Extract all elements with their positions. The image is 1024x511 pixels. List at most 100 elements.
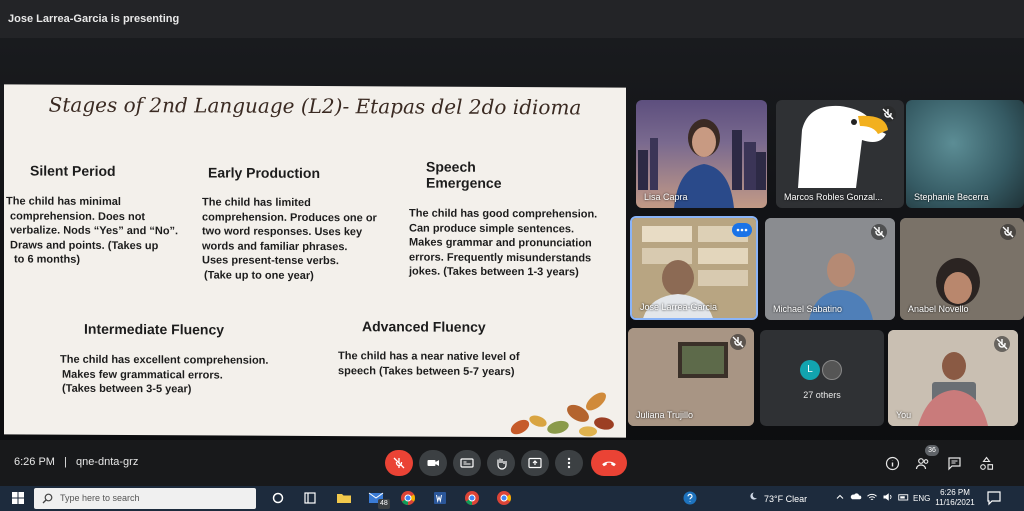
participant-tile-lisa-capra[interactable]: Lisa Capra <box>636 100 767 208</box>
windows-taskbar: Type here to search 48 73°F Clear ENG 6:… <box>0 486 1024 511</box>
captions-button[interactable] <box>453 450 481 476</box>
text-line: jokes. (Takes between 1-3 years) <box>409 265 579 279</box>
participant-tile-juliana-trujillo[interactable]: Juliana Trujillo <box>628 328 754 426</box>
taskbar-date: 11/16/2021 <box>935 498 975 507</box>
meeting-time-code: 6:26 PM | qne-dnta-grz <box>14 456 138 468</box>
text-line: comprehension. Produces one or <box>202 210 377 224</box>
notification-icon <box>987 491 1001 506</box>
mic-off-icon <box>393 457 405 469</box>
hand-icon <box>497 458 507 470</box>
more-options-icon[interactable] <box>732 223 752 237</box>
separator: | <box>64 456 67 468</box>
help-button[interactable] <box>682 490 698 506</box>
more-options-button[interactable] <box>555 450 583 476</box>
section-heading-speech-emergence: Speech Emergence <box>426 158 502 191</box>
taskbar-search-box[interactable]: Type here to search <box>34 488 256 509</box>
text-line: verbalize. Nods “Yes” and “No”. <box>10 224 179 238</box>
text-line: comprehension. Does not <box>10 209 146 223</box>
muted-mic-icon <box>871 224 887 240</box>
raise-hand-button[interactable] <box>487 450 515 476</box>
chevron-up-icon <box>836 494 844 499</box>
text-line: The child has excellent comprehension. <box>60 353 269 367</box>
muted-mic-icon <box>730 334 746 350</box>
captions-icon <box>460 458 474 468</box>
text-line: words and familiar phrases. <box>202 239 348 253</box>
muted-mic-icon <box>880 106 896 122</box>
text-line: The child has a near native level of <box>338 350 520 364</box>
chat-button[interactable] <box>945 454 963 472</box>
tray-icon[interactable] <box>850 490 862 506</box>
widgets-button[interactable] <box>302 490 318 506</box>
file-explorer-button[interactable] <box>336 490 352 506</box>
input-language[interactable]: ENG <box>913 494 930 503</box>
taskbar-time: 6:26 PM <box>940 488 970 497</box>
onedrive-icon <box>850 493 862 500</box>
section-text-speech-emergence: The child has good comprehension. Can pr… <box>409 206 619 280</box>
participant-tile-michael-sabatino[interactable]: Michael Sabatino <box>765 218 895 320</box>
section-heading-early-production: Early Production <box>208 164 321 182</box>
participant-tile-marcos[interactable]: Marcos Robles Gonzal... <box>776 100 904 208</box>
notifications-button[interactable] <box>986 490 1002 506</box>
text-line: two word responses. Uses key <box>202 225 363 239</box>
people-button[interactable] <box>913 454 931 472</box>
participant-name: Stephanie Becerra <box>914 192 989 202</box>
present-screen-button[interactable] <box>521 450 549 476</box>
chrome-icon <box>497 491 512 505</box>
camera-icon <box>427 460 439 466</box>
word-button[interactable] <box>432 490 448 506</box>
end-call-icon <box>602 461 616 467</box>
show-hidden-icons-button[interactable] <box>834 490 846 506</box>
participant-name: Lisa Capra <box>644 192 688 202</box>
participant-tile-anabel-novello[interactable]: Anabel Novello <box>900 218 1024 320</box>
wifi-icon <box>867 493 877 501</box>
presentation-slide: Stages of 2nd Language (L2)- Etapas del … <box>4 84 626 438</box>
participant-tile-you[interactable]: You <box>888 330 1018 426</box>
speaker-icon <box>883 493 892 501</box>
text-line: to 6 months) <box>14 253 80 266</box>
text-line: The child has limited <box>202 196 311 209</box>
taskbar-clock[interactable]: 6:26 PM 11/16/2021 <box>932 488 978 508</box>
muted-mic-icon <box>994 336 1010 352</box>
mail-unread-badge: 48 <box>378 499 390 509</box>
task-switch-icon <box>304 492 316 504</box>
section-heading-advanced-fluency: Advanced Fluency <box>362 318 486 335</box>
section-text-early-production: The child has limited comprehension. Pro… <box>202 195 402 283</box>
weather-text: 73°F Clear <box>764 494 808 504</box>
section-text-silent-period: The child has minimal comprehension. Doe… <box>6 194 196 267</box>
text-line: Can produce simple sentences. <box>409 221 575 235</box>
task-view-button[interactable] <box>270 490 286 506</box>
participant-tile-jose-larrea-garcia[interactable]: Jose Larrea-Garcia <box>630 216 758 320</box>
windows-start-button[interactable] <box>10 490 26 506</box>
text-line: (Take up to one year) <box>204 268 314 282</box>
windows-logo-icon <box>12 492 24 504</box>
folder-icon <box>337 494 351 503</box>
chrome-profile-button[interactable] <box>496 490 512 506</box>
network-button[interactable] <box>866 490 878 506</box>
participant-tile-others[interactable]: L 27 others <box>760 330 884 426</box>
search-placeholder: Type here to search <box>60 493 140 503</box>
participant-tile-stephanie-becerra[interactable]: Stephanie Becerra <box>906 100 1024 208</box>
participant-name: Michael Sabatino <box>773 304 843 314</box>
chrome-profile-button[interactable] <box>464 490 480 506</box>
meeting-details-button[interactable] <box>883 454 901 472</box>
microphone-toggle-button[interactable] <box>385 450 413 476</box>
meeting-code: qne-dnta-grz <box>75 456 139 468</box>
muted-mic-icon <box>1000 224 1016 240</box>
meeting-controls-bar: 6:26 PM | qne-dnta-grz 36 <box>0 440 1024 486</box>
participant-name: Marcos Robles Gonzal... <box>784 192 883 202</box>
chrome-button[interactable] <box>400 490 416 506</box>
leave-call-button[interactable] <box>591 450 627 476</box>
others-count-label: 27 others <box>803 390 841 400</box>
help-icon <box>683 491 697 505</box>
activities-button[interactable] <box>977 454 995 472</box>
camera-toggle-button[interactable] <box>419 450 447 476</box>
text-line: (Takes between 3-5 year) <box>62 382 192 396</box>
chat-icon <box>947 456 961 470</box>
presenting-text: Jose Larrea-Garcia is presenting <box>8 13 180 25</box>
search-icon <box>42 493 53 504</box>
participant-name: Anabel Novello <box>908 304 969 314</box>
word-icon <box>434 492 446 504</box>
participant-name: Jose Larrea-Garcia <box>640 302 718 312</box>
volume-button[interactable] <box>882 490 894 506</box>
battery-icon <box>898 490 910 506</box>
